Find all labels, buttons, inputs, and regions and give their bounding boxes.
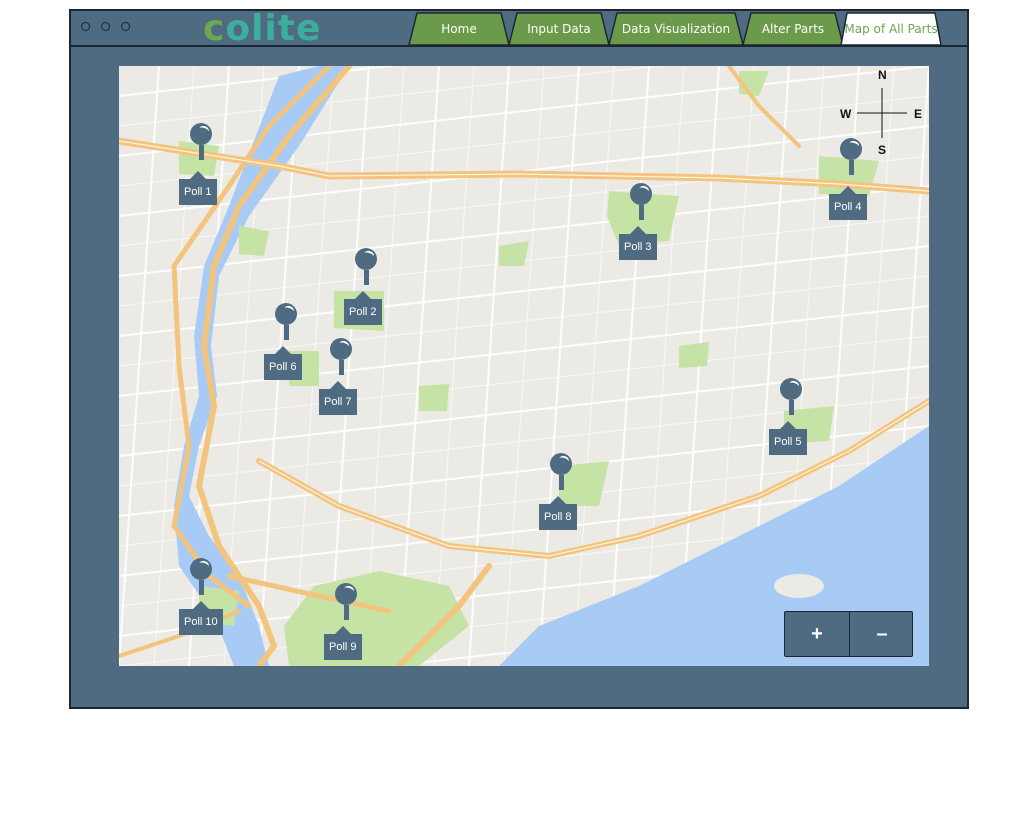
zoom-in-button[interactable]: +	[785, 612, 849, 656]
map-pin-icon[interactable]	[840, 138, 862, 180]
map-pin-icon[interactable]	[780, 378, 802, 420]
map-pin-icon[interactable]	[190, 123, 212, 165]
compass-west-label: W	[840, 107, 852, 121]
tab-input-data[interactable]: Input Data	[508, 12, 610, 46]
map-pin-icon[interactable]	[330, 338, 352, 380]
compass-north-label: N	[878, 68, 887, 82]
poll-label-7[interactable]: Poll 7	[319, 381, 357, 415]
app-window: colite Home Input Data Data Visualizatio…	[69, 8, 969, 709]
poll-label-3[interactable]: Poll 3	[619, 226, 657, 260]
map-pin-icon[interactable]	[275, 303, 297, 345]
poll-label-6[interactable]: Poll 6	[264, 346, 302, 380]
poll-label-2[interactable]: Poll 2	[344, 291, 382, 325]
tab-home[interactable]: Home	[408, 12, 510, 46]
map-base-layer	[119, 66, 929, 666]
app-logo: colite	[203, 8, 322, 49]
poll-label-5[interactable]: Poll 5	[769, 421, 807, 455]
poll-label-10[interactable]: Poll 10	[179, 601, 223, 635]
window-maximize-dot[interactable]	[121, 22, 130, 31]
compass-east-label: E	[914, 107, 923, 121]
window-minimize-dot[interactable]	[101, 22, 110, 31]
tab-alter-parts[interactable]: Alter Parts	[742, 12, 844, 46]
zoom-out-button[interactable]: –	[850, 612, 914, 656]
tab-data-visualization[interactable]: Data Visualization	[608, 12, 744, 46]
title-bar: colite Home Input Data Data Visualizatio…	[71, 8, 967, 49]
zoom-controls: + –	[784, 611, 913, 657]
map-pin-icon[interactable]	[190, 558, 212, 600]
map-pin-icon[interactable]	[335, 583, 357, 625]
map-pin-icon[interactable]	[550, 453, 572, 495]
tab-map-of-all-parts[interactable]: Map of All Parts	[840, 12, 942, 46]
poll-label-8[interactable]: Poll 8	[539, 496, 577, 530]
compass-south-label: S	[878, 143, 887, 157]
map-pin-icon[interactable]	[630, 183, 652, 225]
window-close-dot[interactable]	[81, 22, 90, 31]
map-pin-icon[interactable]	[355, 248, 377, 290]
city-map[interactable]: N E S W Poll 1 Poll 2 Poll 3 Poll 4 Poll…	[119, 66, 929, 666]
poll-label-1[interactable]: Poll 1	[179, 171, 217, 205]
poll-label-4[interactable]: Poll 4	[829, 186, 867, 220]
poll-label-9[interactable]: Poll 9	[324, 626, 362, 660]
